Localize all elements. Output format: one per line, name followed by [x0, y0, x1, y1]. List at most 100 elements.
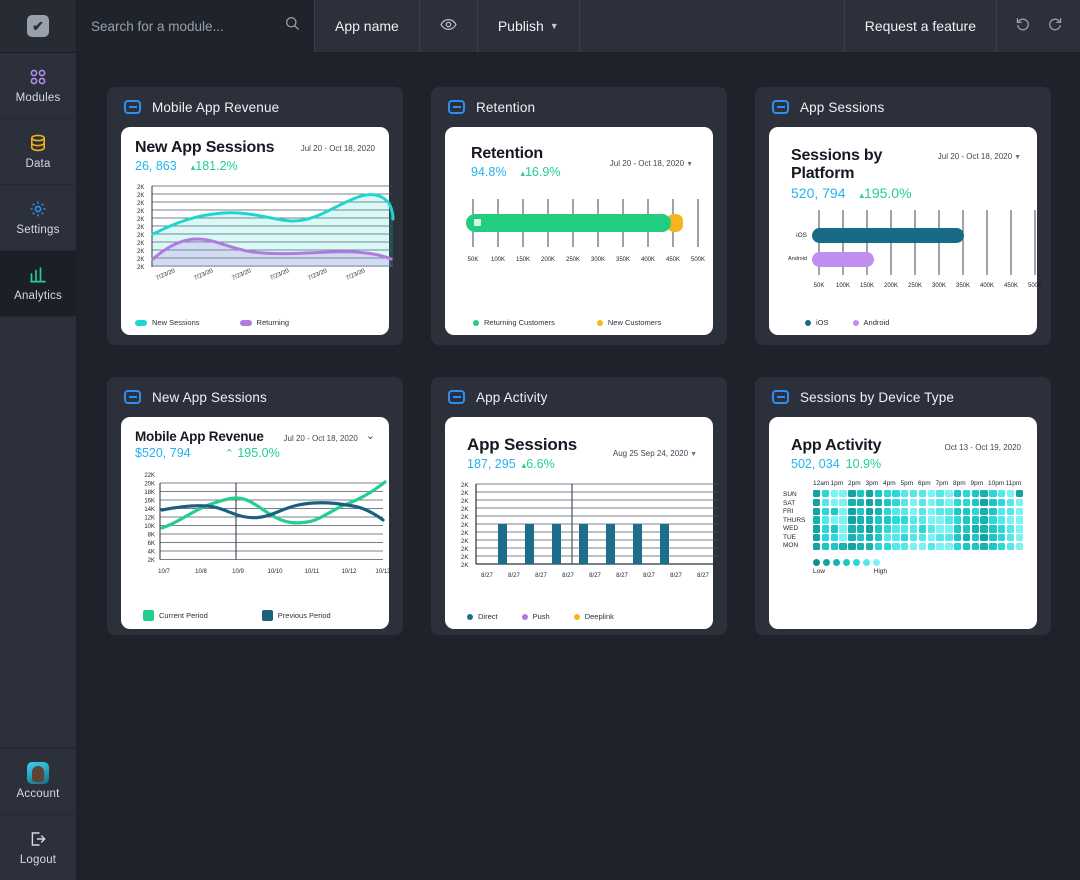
- collapse-icon[interactable]: [448, 100, 465, 114]
- heatmap-cell: [857, 498, 865, 507]
- heatmap-cell: [909, 542, 918, 551]
- collapse-icon[interactable]: [124, 100, 141, 114]
- legend-label: Returning: [256, 318, 290, 327]
- svg-text:16K: 16K: [144, 499, 155, 505]
- preview-button[interactable]: [420, 0, 478, 52]
- chart-new-app-sessions-area: 2K 2K 2K 2K 2K 2K 2K 2K 2K 2K 2K 7/23/20…: [135, 179, 395, 314]
- svg-text:300K: 300K: [591, 257, 605, 263]
- svg-text:2K: 2K: [137, 193, 144, 199]
- svg-text:150K: 150K: [860, 283, 874, 289]
- svg-text:7/23/20: 7/23/20: [155, 268, 176, 282]
- heatmap-cell: [962, 525, 971, 533]
- svg-text:12K: 12K: [144, 516, 155, 522]
- heatmap-cell: [874, 507, 882, 515]
- history-controls: [997, 0, 1080, 52]
- search-icon[interactable]: [285, 16, 300, 36]
- heatmap-cell: [857, 507, 865, 515]
- card-date-range[interactable]: Jul 20 - Oct 18, 2020: [284, 429, 358, 443]
- sidebar-item-label: Analytics: [14, 290, 62, 302]
- hour-label: 8pm: [953, 480, 966, 487]
- heatmap-cell: [1015, 534, 1023, 542]
- heatmap-cell: [998, 490, 1006, 498]
- heatmap-cell: [857, 525, 865, 533]
- heatmap-cell: [945, 507, 953, 515]
- card-new-app-sessions: New App Sessions Jul 20 - Oct 18, 2020 2…: [121, 127, 395, 335]
- heatmap-cell: [962, 507, 971, 515]
- undo-icon[interactable]: [1015, 16, 1031, 37]
- sidebar-item-modules[interactable]: Modules: [0, 53, 76, 119]
- svg-text:500K: 500K: [691, 257, 705, 263]
- heatmap-cell: [909, 507, 918, 515]
- bar-chart-icon: [29, 265, 47, 285]
- panel-header[interactable]: Sessions by Device Type: [755, 377, 1051, 417]
- chevron-down-icon[interactable]: ⌄: [366, 429, 375, 442]
- panel-header[interactable]: Mobile App Revenue: [107, 87, 403, 127]
- collapse-icon[interactable]: [772, 100, 789, 114]
- svg-text:10/9: 10/9: [232, 569, 244, 575]
- panel-header[interactable]: App Sessions: [755, 87, 1051, 127]
- svg-text:2K: 2K: [137, 233, 144, 239]
- heatmap-cell: [865, 525, 874, 533]
- heatmap-cell: [848, 525, 856, 533]
- heatmap-cell: [927, 516, 935, 524]
- collapse-icon[interactable]: [124, 390, 141, 404]
- metric-delta: ▴6.6%: [521, 457, 555, 471]
- sidebar-item-data[interactable]: Data: [0, 119, 76, 185]
- avatar-icon: [27, 762, 49, 784]
- sidebar-item-settings[interactable]: Settings: [0, 185, 76, 251]
- sidebar-item-account[interactable]: Account: [0, 748, 76, 814]
- card-app-activity: App Activity Oct 13 - Oct 19, 2020 502, …: [769, 417, 1037, 629]
- sidebar-item-analytics[interactable]: Analytics: [0, 251, 76, 317]
- day-label: THURS: [783, 516, 806, 524]
- card-date-range[interactable]: Jul 20 - Oct 18, 2020: [301, 139, 375, 153]
- card-date-range[interactable]: Oct 13 - Oct 19, 2020: [945, 437, 1021, 452]
- heatmap-cell: [865, 542, 874, 551]
- heatmap-cell: [909, 498, 918, 507]
- panel-header[interactable]: New App Sessions: [107, 377, 403, 417]
- search-container[interactable]: [77, 0, 315, 52]
- card-date-range[interactable]: Jul 20 - Oct 18, 2020 ▼: [610, 145, 693, 168]
- heatmap-cell: [954, 507, 962, 515]
- chart-app-activity-heatmap: 12am 1pm 2pm 3pm 4pm 5pm 6pm 7pm 8pm 9pm…: [783, 480, 1023, 621]
- heatmap-legend: Low High: [783, 559, 1023, 575]
- svg-text:10/8: 10/8: [195, 569, 207, 575]
- hour-label: 2pm: [848, 480, 861, 487]
- collapse-icon[interactable]: [772, 390, 789, 404]
- heatmap-cell: [883, 498, 891, 507]
- heatmap-cell: [901, 525, 909, 533]
- hour-label: 11pm: [1005, 480, 1022, 487]
- heatmap-cell: [936, 534, 944, 542]
- heatmap-cell: [962, 542, 971, 551]
- svg-text:8/27: 8/27: [643, 573, 655, 579]
- collapse-icon[interactable]: [448, 390, 465, 404]
- app-logo[interactable]: ✔: [0, 0, 76, 53]
- heatmap-cell: [848, 534, 856, 542]
- redo-icon[interactable]: [1047, 16, 1063, 37]
- heatmap-cell: [813, 525, 821, 533]
- heatmap-cell: [927, 507, 935, 515]
- heatmap-cell: [927, 542, 935, 551]
- panel-header[interactable]: App Activity: [431, 377, 727, 417]
- heatmap-cell: [989, 516, 997, 524]
- app-name-button[interactable]: App name: [315, 0, 420, 52]
- heatmap-cell: [1006, 516, 1015, 524]
- request-feature-button[interactable]: Request a feature: [845, 0, 997, 52]
- svg-text:2K: 2K: [148, 558, 155, 564]
- card-date-range[interactable]: Aug 25 Sep 24, 2020 ▼: [613, 435, 697, 458]
- panel-header[interactable]: Retention: [431, 87, 727, 127]
- hour-label: 1pm: [830, 480, 844, 487]
- panel-retention: Retention Retention 94.8% ▴16.9% Jul 20 …: [431, 87, 727, 345]
- publish-button[interactable]: Publish ▼: [478, 0, 580, 52]
- heatmap-cell: [1006, 525, 1015, 533]
- heatmap-cell: [830, 490, 838, 498]
- svg-text:2K: 2K: [461, 515, 468, 521]
- heatmap-cell: [945, 534, 953, 542]
- panel-new-app-sessions: New App Sessions Mobile App Revenue $520…: [107, 377, 403, 635]
- sidebar-item-logout[interactable]: Logout: [0, 814, 76, 880]
- heatmap-cell: [848, 516, 856, 524]
- search-input[interactable]: [91, 18, 277, 34]
- day-label: TUE: [783, 533, 796, 541]
- heatmap-cell: [892, 516, 900, 524]
- card-date-range[interactable]: Jul 20 - Oct 18, 2020 ▼: [938, 147, 1021, 161]
- svg-text:20K: 20K: [144, 482, 155, 488]
